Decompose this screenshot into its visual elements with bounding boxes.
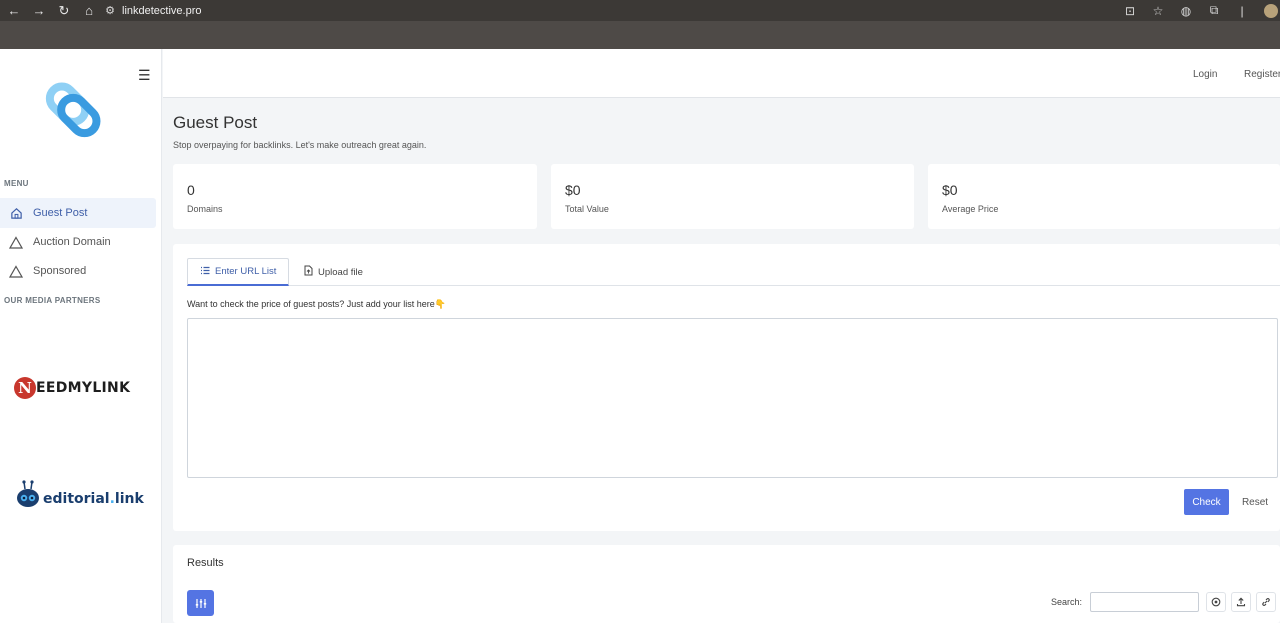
stat-value: 0	[187, 182, 195, 198]
export-button[interactable]	[1231, 592, 1251, 612]
menu-divider: |	[1240, 3, 1244, 18]
stat-label: Average Price	[942, 204, 999, 214]
site-info-icon[interactable]: ⚙	[100, 4, 120, 17]
extensions-puzzle-icon[interactable]: ⧉	[1200, 3, 1228, 18]
sidebar-item-label: Sponsored	[33, 265, 87, 277]
chain-link-logo[interactable]	[38, 69, 114, 145]
url-list-textarea[interactable]	[187, 318, 1278, 478]
editorial-link-text: editorial.link	[43, 491, 144, 507]
address-bar[interactable]: ⚙ linkdetective.pro	[100, 1, 1230, 20]
copy-button[interactable]	[1206, 592, 1226, 612]
list-icon	[200, 266, 210, 278]
stat-label: Total Value	[565, 204, 609, 214]
sidebar-item-label: Auction Domain	[33, 236, 111, 248]
results-panel: Results Search:	[173, 545, 1280, 623]
top-header: Login Register	[163, 49, 1280, 98]
browser-toolbar: ← → ↻ ⌂ ⚙ linkdetective.pro ⊡ ☆ ◍ ⧉ |	[0, 0, 1280, 21]
stat-card-total-value: $0 Total Value	[551, 164, 914, 229]
share-link-button[interactable]	[1256, 592, 1276, 612]
tab-label: Upload file	[318, 266, 363, 278]
forward-icon[interactable]: →	[28, 1, 50, 21]
home-nav-icon[interactable]: ⌂	[78, 1, 100, 21]
reload-icon[interactable]: ↻	[53, 1, 75, 21]
reset-button[interactable]: Reset	[1235, 489, 1275, 515]
bookmark-star-icon[interactable]: ☆	[1144, 4, 1172, 18]
copy-circle-icon	[1211, 597, 1221, 607]
link-icon	[1262, 598, 1270, 606]
results-title: Results	[187, 557, 224, 569]
stat-card-domains: 0 Domains	[173, 164, 537, 229]
editorial-prefix: editorial	[43, 491, 110, 507]
stat-value: $0	[565, 182, 581, 198]
partners-heading: OUR MEDIA PARTNERS	[4, 296, 101, 305]
tab-enter-url-list[interactable]: Enter URL List	[187, 258, 290, 286]
browser-chrome: ← → ↻ ⌂ ⚙ linkdetective.pro ⊡ ☆ ◍ ⧉ |	[0, 0, 1280, 49]
register-link[interactable]: Register	[1244, 69, 1280, 80]
stat-value: $0	[942, 182, 958, 198]
triangle-icon	[9, 235, 23, 249]
sidebar: ☰ MENU Guest Post Auction Domain Sponsor…	[0, 49, 162, 623]
search-input[interactable]	[1090, 592, 1199, 612]
sidebar-item-sponsored[interactable]: Sponsored	[0, 256, 156, 286]
search-label: Search:	[1051, 597, 1083, 607]
back-icon[interactable]: ←	[3, 1, 25, 21]
sliders-icon	[195, 598, 206, 608]
tab-label: Enter URL List	[215, 266, 277, 277]
hamburger-menu-icon[interactable]: ☰	[138, 67, 151, 84]
editorial-suffix: link	[114, 491, 144, 507]
browser-actions: ⊡ ☆ ◍ ⧉ |	[1116, 0, 1280, 21]
address-url: linkdetective.pro	[122, 4, 202, 17]
checker-prompt: Want to check the price of guest posts? …	[187, 299, 447, 309]
sidebar-item-label: Guest Post	[33, 207, 88, 219]
editorial-link-logo[interactable]: editorial.link	[16, 479, 144, 509]
sidebar-item-guest-post[interactable]: Guest Post	[0, 198, 156, 228]
tab-upload-file[interactable]: Upload file	[292, 258, 375, 286]
stat-card-average-price: $0 Average Price	[928, 164, 1280, 229]
profile-avatar[interactable]	[1264, 3, 1278, 18]
checker-tabs: Enter URL List Upload file	[187, 258, 1280, 286]
needmylink-mark: N	[14, 377, 36, 399]
page-subtitle: Stop overpaying for backlinks. Let's mak…	[173, 140, 427, 150]
upload-icon	[1236, 597, 1246, 607]
page-title: Guest Post	[173, 113, 258, 132]
url-checker-panel: Enter URL List Upload file Want to check…	[173, 244, 1280, 531]
column-filter-button[interactable]	[187, 590, 214, 616]
check-button[interactable]: Check	[1184, 489, 1229, 515]
triangle-icon	[9, 264, 23, 278]
login-link[interactable]: Login	[1193, 69, 1217, 80]
file-upload-icon	[304, 265, 313, 279]
sidebar-item-auction-domain[interactable]: Auction Domain	[0, 227, 156, 257]
home-icon	[9, 206, 23, 220]
menu-heading: MENU	[4, 179, 29, 188]
needmylink-text: EEDMYLINK	[36, 380, 131, 396]
editorial-robot-icon	[17, 480, 39, 507]
stat-label: Domains	[187, 204, 223, 214]
translate-icon[interactable]: ⊡	[1116, 4, 1144, 18]
needmylink-logo[interactable]: N EEDMYLINK	[14, 377, 130, 399]
extension-globe-icon[interactable]: ◍	[1172, 4, 1200, 18]
